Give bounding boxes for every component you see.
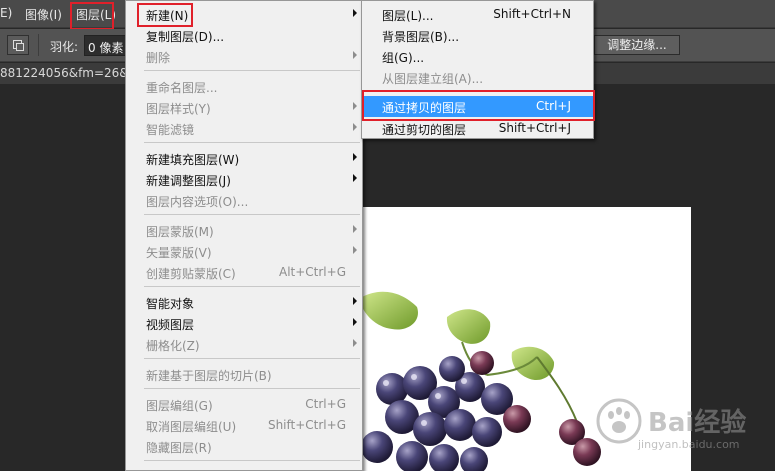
- submenu-arrow-icon: [353, 9, 357, 17]
- new-submenu-item-label: 背景图层(B)...: [382, 30, 460, 44]
- new-submenu-item-label: 通过剪切的图层: [382, 123, 467, 137]
- submenu-arrow-icon: [353, 225, 357, 233]
- layer-menu-item[interactable]: 新建调整图层(J): [126, 169, 362, 190]
- submenu-arrow-icon: [353, 297, 357, 305]
- refine-edge-button[interactable]: 调整边缘...: [594, 35, 680, 55]
- layer-menu-item[interactable]: 视频图层: [126, 313, 362, 334]
- selection-mode-button[interactable]: [7, 35, 29, 55]
- layer-menu-item[interactable]: 创建剪贴蒙版(C) Alt+Ctrl+G: [126, 262, 362, 283]
- layer-menu-item[interactable]: 智能滤镜: [126, 118, 362, 139]
- new-submenu-item-label: 组(G)...: [382, 51, 425, 65]
- layer-menu-item[interactable]: 智能对象: [126, 292, 362, 313]
- new-submenu-item[interactable]: 从图层建立组(A)...: [362, 67, 593, 88]
- layer-menu-item[interactable]: 栅格化(Z): [126, 334, 362, 355]
- layer-menu-item[interactable]: 图层样式(Y): [126, 97, 362, 118]
- menu-divider: [144, 142, 360, 143]
- layer-menu-item-shortcut: Ctrl+G: [305, 397, 346, 411]
- layer-menu-item-label: 新建调整图层(J): [146, 174, 231, 188]
- new-submenu-item[interactable]: 组(G)...: [362, 46, 593, 67]
- document-tab[interactable]: 881224056&fm=26&g: [0, 66, 136, 80]
- layer-menu-item-label: 取消图层编组(U): [146, 420, 237, 434]
- layer-menu-item[interactable]: 隐藏图层(R): [126, 436, 362, 457]
- menu-divider: [144, 358, 360, 359]
- selection-square-icon-2: [16, 43, 24, 51]
- layer-menu-item-label: 重命名图层...: [146, 81, 218, 95]
- feather-input[interactable]: 0 像素: [84, 35, 126, 56]
- separator: [38, 34, 39, 56]
- submenu-arrow-icon: [353, 102, 357, 110]
- submenu-arrow-icon: [353, 246, 357, 254]
- new-submenu-item[interactable]: 图层(L)... Shift+Ctrl+N: [362, 4, 593, 25]
- layer-menu-item-label: 创建剪贴蒙版(C): [146, 267, 236, 281]
- layer-menu-item[interactable]: 取消图层编组(U) Shift+Ctrl+G: [126, 415, 362, 436]
- layer-menu-item-label: 新建基于图层的切片(B): [146, 369, 272, 383]
- layer-menu-item-label: 图层样式(Y): [146, 102, 211, 116]
- layer-menu-item-label: 隐藏图层(R): [146, 441, 212, 455]
- new-submenu-item[interactable]: 背景图层(B)...: [362, 25, 593, 46]
- menu-divider: [144, 388, 360, 389]
- layer-menu-item[interactable]: 新建基于图层的切片(B): [126, 364, 362, 385]
- annotation-box-copy-layer: [362, 90, 595, 121]
- layer-menu-item-label: 新建填充图层(W): [146, 153, 240, 167]
- submenu-arrow-icon: [353, 123, 357, 131]
- submenu-arrow-icon: [353, 339, 357, 347]
- new-submenu-item-shortcut: Shift+Ctrl+J: [498, 121, 571, 135]
- layer-menu-item[interactable]: 新建填充图层(W): [126, 148, 362, 169]
- layer-menu-item-label: 智能滤镜: [146, 123, 195, 137]
- submenu-arrow-icon: [353, 51, 357, 59]
- layer-menu-item[interactable]: 矢量蒙版(V): [126, 241, 362, 262]
- new-submenu-item-shortcut: Shift+Ctrl+N: [493, 7, 571, 21]
- layer-menu-item-shortcut: Alt+Ctrl+G: [278, 265, 346, 279]
- layer-menu-item-label: 栅格化(Z): [146, 339, 200, 353]
- layer-menu-item[interactable]: 重命名图层...: [126, 76, 362, 97]
- menu-divider: [144, 70, 360, 71]
- new-submenu-item-label: 图层(L)...: [382, 9, 434, 23]
- feather-label: 羽化:: [50, 40, 79, 54]
- paw-logo-icon: [596, 398, 642, 444]
- layer-menu-item[interactable]: 图层内容选项(O)...: [126, 190, 362, 211]
- menu-divider: [144, 286, 360, 287]
- layer-menu-item-label: 图层蒙版(M): [146, 225, 214, 239]
- layer-menu-item-label: 复制图层(D)...: [146, 30, 225, 44]
- layer-menu-item[interactable]: 复制图层(D)...: [126, 25, 362, 46]
- layer-menu-item-label: 视频图层: [146, 318, 195, 332]
- layer-menu-item-shortcut: Shift+Ctrl+G: [267, 418, 346, 432]
- menu-divider: [144, 214, 360, 215]
- layer-menu-item[interactable]: 删除: [126, 46, 362, 67]
- menu-edit[interactable]: E): [0, 6, 12, 20]
- new-submenu-item-label: 从图层建立组(A)...: [382, 72, 484, 86]
- annotation-box-new: [137, 3, 193, 27]
- submenu-arrow-icon: [353, 318, 357, 326]
- layer-menu-item-label: 智能对象: [146, 297, 195, 311]
- layer-menu-item-label: 图层编组(G): [146, 399, 213, 413]
- layer-menu-item[interactable]: 图层蒙版(M): [126, 220, 362, 241]
- submenu-arrow-icon: [353, 153, 357, 161]
- layer-menu-item-label: 图层内容选项(O)...: [146, 195, 249, 209]
- new-submenu-item[interactable]: 通过剪切的图层 Shift+Ctrl+J: [362, 118, 593, 139]
- layer-menu-item[interactable]: 图层编组(G) Ctrl+G: [126, 394, 362, 415]
- menu-image[interactable]: 图像(I): [25, 6, 62, 23]
- annotation-box-layer-menu: [70, 2, 114, 30]
- layer-menu-dropdown: 新建(N) 复制图层(D)... 删除 重命名图层... 图层样式(Y) 智能滤镜 新建填充…: [125, 0, 363, 471]
- watermark-brand: Bai经验: [648, 408, 747, 438]
- submenu-arrow-icon: [353, 174, 357, 182]
- menu-divider: [144, 460, 360, 461]
- baidu-watermark: Bai经验 jingyan.baidu.com: [586, 388, 771, 468]
- layer-menu-item-label: 矢量蒙版(V): [146, 246, 212, 260]
- watermark-url: jingyan.baidu.com: [638, 438, 740, 451]
- layer-menu-item-label: 删除: [146, 51, 171, 65]
